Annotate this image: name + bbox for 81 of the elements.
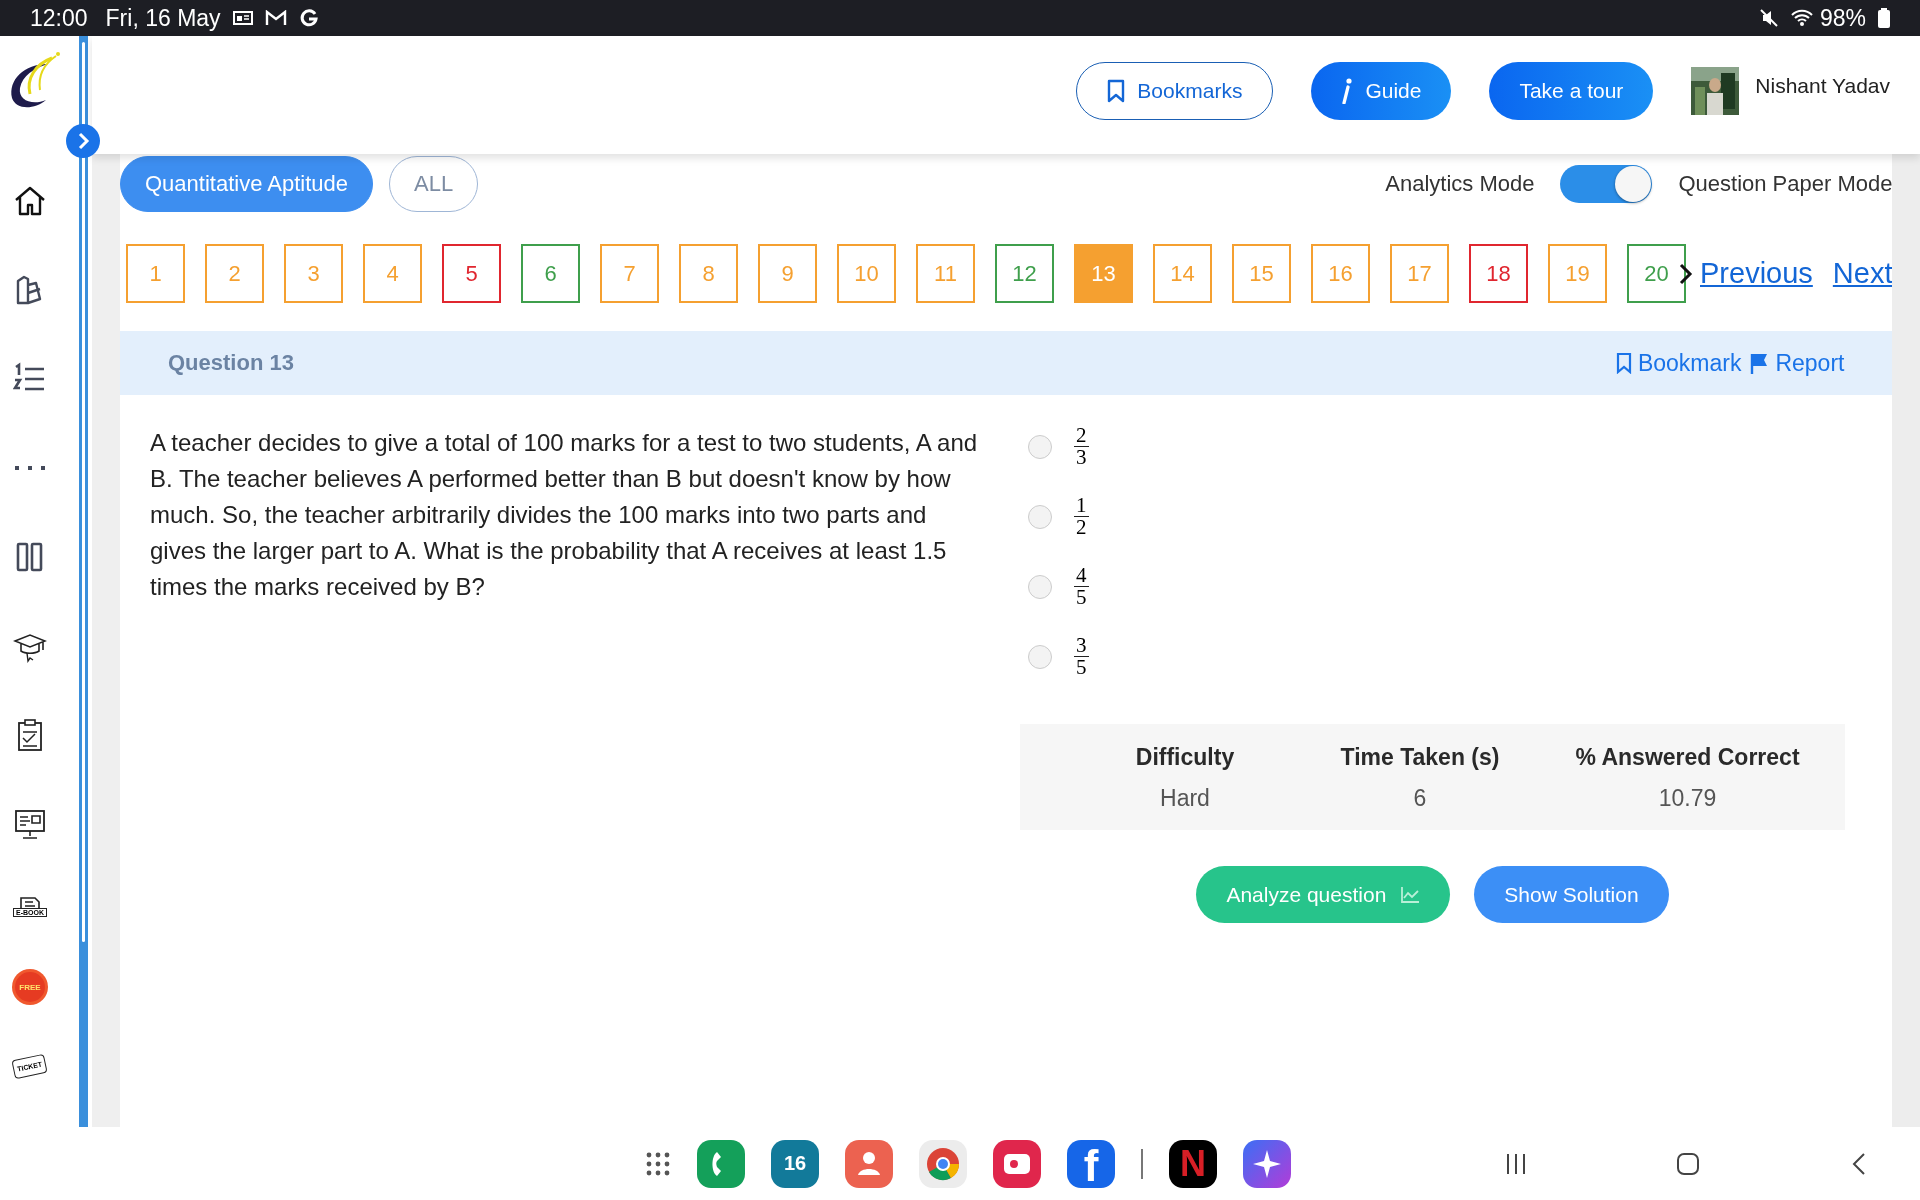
option-fraction: 4 5: [1074, 565, 1089, 608]
question-number[interactable]: 13: [1074, 244, 1133, 303]
home-icon[interactable]: [13, 184, 47, 218]
header-button[interactable]: Take a tour: [1489, 62, 1654, 120]
wifi-icon: [1789, 9, 1814, 27]
subject-tab[interactable]: Quantitative Aptitude: [120, 156, 374, 212]
browser-icon[interactable]: [919, 1139, 967, 1188]
previous-link[interactable]: Previous: [1700, 257, 1813, 290]
calendar-icon[interactable]: 16: [771, 1139, 819, 1188]
question-number[interactable]: 15: [1232, 244, 1291, 303]
question-number[interactable]: 20: [1627, 244, 1686, 303]
action-button[interactable]: Show Solution: [1474, 866, 1669, 923]
option-fraction: 1 2: [1074, 495, 1089, 538]
monitor-icon[interactable]: [13, 807, 47, 841]
question-number[interactable]: 2: [205, 244, 264, 303]
option-fraction: 3 5: [1074, 635, 1089, 678]
contacts-icon[interactable]: [845, 1139, 893, 1188]
column-header: % Answered Correct: [1575, 744, 1800, 771]
mute-icon: [1759, 9, 1778, 27]
question-number[interactable]: 7: [600, 244, 659, 303]
table-cell: 10.79: [1658, 785, 1717, 812]
table-cell: 6: [1413, 785, 1427, 812]
question-text: A teacher decides to give a total of 100 marks for a test to two students, A and B. The teacher believes A performed better than B but doesn't know by how much. So, the teacher arbitrarily divides the 100 marks into two parts and gives the larger part to A. What is the probability that A receives at least 1.5 times the marks received by B?: [150, 428, 979, 602]
expand-button[interactable]: [66, 124, 100, 158]
mode-label: Analytics Mode: [1385, 171, 1535, 197]
header-button[interactable]: Guide: [1311, 62, 1452, 120]
question-number[interactable]: 11: [916, 244, 975, 303]
question-number[interactable]: 19: [1548, 244, 1607, 303]
column-header: Difficulty: [1135, 744, 1235, 771]
news-icon: [232, 10, 253, 26]
bookmark-icon: [1107, 79, 1126, 103]
option-radio[interactable]: [1028, 434, 1052, 459]
question-number[interactable]: 12: [995, 244, 1054, 303]
column-header: Time Taken (s): [1340, 744, 1500, 771]
question-number[interactable]: 18: [1469, 244, 1528, 303]
battery-icon: [1878, 8, 1890, 28]
question-number[interactable]: 6: [521, 244, 580, 303]
option-radio[interactable]: [1028, 644, 1052, 669]
chevron-right-icon[interactable]: [1678, 262, 1694, 285]
mode-toggle[interactable]: [1560, 165, 1653, 203]
question-number[interactable]: 1: [126, 244, 185, 303]
question-number[interactable]: 3: [284, 244, 343, 303]
netflix-icon[interactable]: N: [1169, 1139, 1217, 1188]
mode-label: Question Paper Mode: [1678, 171, 1893, 197]
question-number[interactable]: 17: [1390, 244, 1449, 303]
chevron-right-icon: [76, 132, 90, 150]
action-button[interactable]: Analyze question: [1196, 866, 1451, 923]
facebook-icon[interactable]: f: [1067, 1139, 1115, 1188]
home-button-icon[interactable]: [1675, 1150, 1701, 1177]
next-link[interactable]: Next: [1832, 257, 1893, 290]
question-number[interactable]: 14: [1153, 244, 1212, 303]
phone-icon[interactable]: [697, 1139, 745, 1188]
mail-icon: [264, 10, 287, 26]
option-radio[interactable]: [1028, 504, 1052, 529]
header-button[interactable]: Bookmarks: [1076, 62, 1274, 120]
question-number[interactable]: 5: [442, 244, 501, 303]
question-number[interactable]: 16: [1311, 244, 1370, 303]
table-cell: Hard: [1160, 785, 1210, 812]
google-icon: [298, 8, 319, 28]
user-name[interactable]: Nishant Yadav: [1755, 74, 1890, 98]
free-badge[interactable]: FREE: [15, 972, 45, 1002]
apps-icon[interactable]: [645, 1150, 671, 1177]
question-number[interactable]: 10: [837, 244, 896, 303]
option-radio[interactable]: [1028, 574, 1052, 599]
info-icon: [1341, 78, 1354, 104]
battery-level: 98%: [1819, 4, 1866, 32]
question-number[interactable]: 4: [363, 244, 422, 303]
camera-icon[interactable]: [993, 1139, 1041, 1188]
subject-tab[interactable]: ALL: [389, 156, 479, 212]
clock: 12:00: [30, 4, 88, 32]
line-chart-icon: [1400, 885, 1421, 904]
date: Fri, 16 May: [105, 4, 221, 32]
question-number[interactable]: 9: [758, 244, 817, 303]
question-number[interactable]: 8: [679, 244, 738, 303]
option-fraction: 2 3: [1074, 425, 1089, 468]
report-link[interactable]: Report: [1749, 349, 1845, 377]
bookmark-link[interactable]: Bookmark: [1615, 349, 1742, 377]
bookmark-icon: [1615, 352, 1632, 374]
flag-icon: [1749, 352, 1770, 374]
sparkle-icon[interactable]: [1243, 1139, 1291, 1188]
question-title: Question 13: [168, 350, 294, 376]
